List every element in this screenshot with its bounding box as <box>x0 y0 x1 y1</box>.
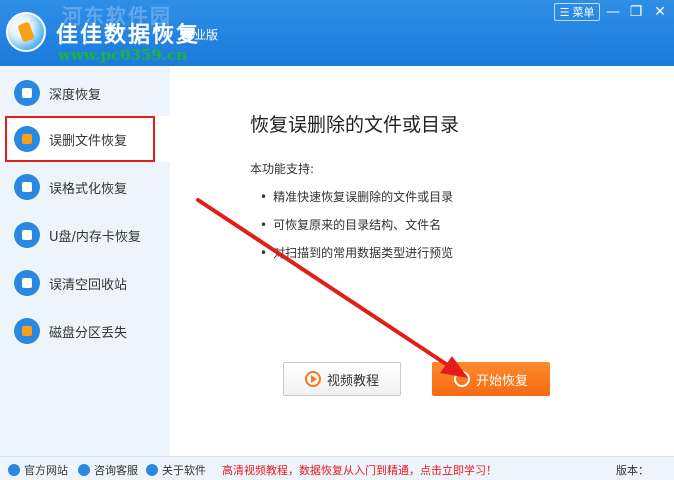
support-label: 咨询客服 <box>94 464 138 477</box>
about-label: 关于软件 <box>162 464 206 477</box>
promo-link[interactable]: 高清视频教程，数据恢复从入门到精通，点击立即学习！ <box>222 462 497 478</box>
chat-icon <box>78 464 90 476</box>
about-link[interactable]: 关于软件 <box>146 462 206 478</box>
support-link[interactable]: 咨询客服 <box>78 462 138 478</box>
home-icon <box>8 464 20 476</box>
official-site-label: 官方网站 <box>24 464 68 477</box>
info-icon <box>146 464 158 476</box>
annotation-arrow <box>196 198 468 378</box>
version-label: 版本：6.6.7 <box>616 464 649 480</box>
status-bar: 官方网站 咨询客服 关于软件 高清视频教程，数据恢复从入门到精通，点击立即学习！… <box>0 456 674 480</box>
official-site-link[interactable]: 官方网站 <box>8 462 68 478</box>
